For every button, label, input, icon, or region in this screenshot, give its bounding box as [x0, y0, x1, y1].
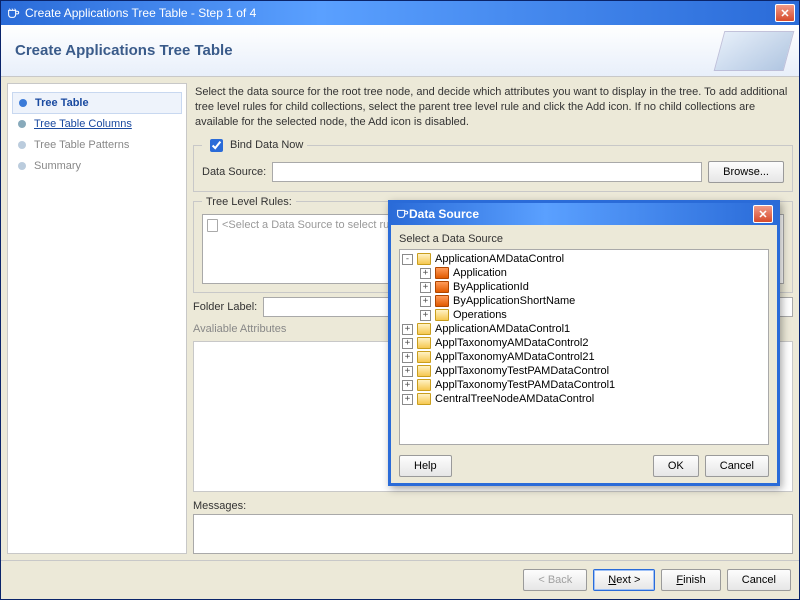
- folder-icon: [417, 351, 431, 363]
- banner-title: Create Applications Tree Table: [15, 42, 233, 59]
- folder-icon: [417, 379, 431, 391]
- expand-icon[interactable]: +: [420, 268, 431, 279]
- data-source-tree[interactable]: - ApplicationAMDataControl + Application + By…: [399, 249, 769, 445]
- tree-node-label: Operations: [453, 309, 507, 321]
- tree-node[interactable]: + Application: [420, 266, 766, 280]
- tree-rules-legend: Tree Level Rules:: [202, 196, 296, 208]
- bind-data-checkbox[interactable]: [210, 139, 223, 152]
- tree-node[interactable]: - ApplicationAMDataControl: [402, 252, 766, 266]
- data-source-input[interactable]: [272, 162, 702, 182]
- browse-button[interactable]: Browse...: [708, 161, 784, 183]
- ok-button[interactable]: OK: [653, 455, 699, 477]
- tree-node-label: ByApplicationId: [453, 281, 529, 293]
- app-icon: [5, 5, 21, 21]
- expand-icon[interactable]: +: [402, 394, 413, 405]
- tree-node[interactable]: + CentralTreeNodeAMDataControl: [402, 392, 766, 406]
- step-tree-table-patterns: Tree Table Patterns: [12, 135, 182, 156]
- expand-icon[interactable]: +: [402, 366, 413, 377]
- bind-data-group: Bind Data Now Data Source: Browse...: [193, 136, 793, 192]
- tree-node[interactable]: + ApplTaxonomyAMDataControl21: [402, 350, 766, 364]
- messages-box[interactable]: [193, 514, 793, 554]
- table-icon: [435, 295, 449, 307]
- expand-icon[interactable]: +: [402, 324, 413, 335]
- tree-node[interactable]: + ApplTaxonomyAMDataControl2: [402, 336, 766, 350]
- step-label: Summary: [34, 160, 81, 172]
- dialog-cancel-button[interactable]: Cancel: [705, 455, 769, 477]
- step-label: Tree Table Patterns: [34, 139, 129, 151]
- tree-node-label: ApplTaxonomyTestPAMDataControl1: [435, 379, 615, 391]
- dialog-body: Select a Data Source - ApplicationAMDataC…: [391, 225, 777, 483]
- step-tree-table[interactable]: Tree Table: [12, 92, 182, 114]
- data-source-dialog: Data Source ✕ Select a Data Source - Appl…: [388, 200, 780, 486]
- dialog-title: Data Source: [409, 207, 753, 221]
- step-label: Tree Table: [35, 97, 89, 109]
- tree-node-label: ApplTaxonomyAMDataControl21: [435, 351, 595, 363]
- tree-node-label: CentralTreeNodeAMDataControl: [435, 393, 594, 405]
- finish-button[interactable]: Finish: [661, 569, 720, 591]
- tree-node-label: ApplicationAMDataControl1: [435, 323, 570, 335]
- bind-data-label: Bind Data Now: [230, 139, 303, 151]
- folder-icon: [435, 309, 449, 321]
- expand-icon[interactable]: +: [420, 296, 431, 307]
- tree-node-label: ApplTaxonomyTestPAMDataControl: [435, 365, 609, 377]
- table-icon: [435, 267, 449, 279]
- instructions-text: Select the data source for the root tree…: [193, 83, 793, 132]
- messages-section: Messages:: [193, 498, 793, 554]
- step-summary: Summary: [12, 156, 182, 177]
- tree-node-label: ApplTaxonomyAMDataControl2: [435, 337, 588, 349]
- tree-node[interactable]: + ByApplicationShortName: [420, 294, 766, 308]
- step-tree-table-columns[interactable]: Tree Table Columns: [12, 114, 182, 135]
- titlebar: Create Applications Tree Table - Step 1 …: [1, 1, 799, 25]
- help-button[interactable]: Help: [399, 455, 452, 477]
- tree-node-label: ApplicationAMDataControl: [435, 253, 564, 265]
- next-button-label: Next >: [608, 574, 640, 586]
- tree-node[interactable]: + ApplTaxonomyTestPAMDataControl: [402, 364, 766, 378]
- dialog-app-icon: [395, 206, 409, 223]
- expand-icon[interactable]: +: [402, 352, 413, 363]
- collapse-icon[interactable]: -: [402, 254, 413, 265]
- tree-rules-placeholder: <Select a Data Source to select rules>: [222, 219, 410, 231]
- tree-node[interactable]: + ApplicationAMDataControl1: [402, 322, 766, 336]
- banner-decoration: [714, 31, 795, 71]
- step-label: Tree Table Columns: [34, 118, 132, 130]
- dialog-close-button[interactable]: ✕: [753, 205, 773, 223]
- folder-icon: [417, 393, 431, 405]
- folder-icon: [417, 365, 431, 377]
- bind-data-legend: Bind Data Now: [202, 136, 307, 155]
- table-icon: [435, 281, 449, 293]
- tree-node-label: ByApplicationShortName: [453, 295, 575, 307]
- back-button: < Back: [523, 569, 587, 591]
- tree-node[interactable]: + ApplTaxonomyTestPAMDataControl1: [402, 378, 766, 392]
- expand-icon[interactable]: +: [402, 338, 413, 349]
- dialog-subhead: Select a Data Source: [399, 233, 769, 245]
- folder-icon: [417, 323, 431, 335]
- next-button[interactable]: Next >: [593, 569, 655, 591]
- folder-label-label: Folder Label:: [193, 299, 257, 315]
- wizard-steps: Tree Table Tree Table Columns Tree Table…: [7, 83, 187, 554]
- wizard-banner: Create Applications Tree Table: [1, 25, 799, 77]
- cancel-button[interactable]: Cancel: [727, 569, 791, 591]
- tree-node[interactable]: + ByApplicationId: [420, 280, 766, 294]
- document-icon: [207, 219, 218, 232]
- messages-label: Messages:: [193, 498, 793, 514]
- expand-icon[interactable]: +: [402, 380, 413, 391]
- expand-icon[interactable]: +: [420, 282, 431, 293]
- folder-icon: [417, 337, 431, 349]
- dialog-footer: Help OK Cancel: [399, 449, 769, 477]
- folder-icon: [417, 253, 431, 265]
- window-title: Create Applications Tree Table - Step 1 …: [25, 6, 775, 20]
- wizard-footer: < Back Next > Finish Cancel: [1, 560, 799, 599]
- window-close-button[interactable]: ✕: [775, 4, 795, 22]
- data-source-label: Data Source:: [202, 166, 266, 178]
- dialog-titlebar: Data Source ✕: [391, 203, 777, 225]
- expand-icon[interactable]: +: [420, 310, 431, 321]
- tree-node[interactable]: + Operations: [420, 308, 766, 322]
- tree-node-label: Application: [453, 267, 507, 279]
